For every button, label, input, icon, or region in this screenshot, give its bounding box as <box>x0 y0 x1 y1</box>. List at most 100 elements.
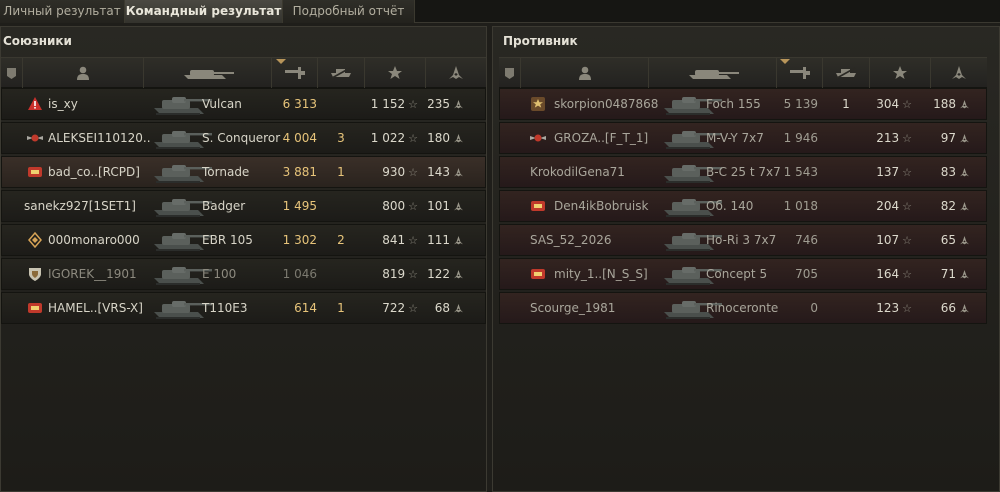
rank-text: 235 <box>427 97 450 111</box>
xp-value: 137 ☆ <box>852 157 912 187</box>
frags-value: 1 <box>337 165 345 179</box>
destroyed-tank-icon <box>836 67 856 79</box>
rank-text: 143 <box>427 165 450 179</box>
damage-icon <box>789 67 810 79</box>
player-row[interactable]: SAS_52_2026 Ho-Ri 3 7x7 746 107 ☆ 65 <box>499 224 987 256</box>
rank-text: 71 <box>940 267 956 281</box>
rank-value: 66 <box>910 293 970 323</box>
rank-text: 97 <box>940 131 956 145</box>
player-row[interactable]: HAMEL..[VRS-X] T110E3 614 1 722 ☆ 68 <box>1 292 486 324</box>
frags-column-header[interactable] <box>823 58 870 88</box>
player-row[interactable]: KrokodilGena71 B-C 25 t 7x7 1 543 137 ☆ 83 <box>499 156 987 188</box>
frags-value <box>326 259 356 289</box>
xp-column-header[interactable] <box>870 58 931 88</box>
tab-personal-result[interactable]: Личный результат <box>0 0 125 23</box>
allies-title: Союзники <box>3 34 72 48</box>
rank-text: 111 <box>427 233 450 247</box>
player-column-header[interactable] <box>23 58 144 88</box>
rank-icon <box>454 134 463 143</box>
player-row[interactable]: skorpion0487868 Foch 155 5 139 1 304 ☆ 188 <box>499 88 987 120</box>
player-row[interactable]: is_xy Vulcan 6 313 1 152 ☆ 235 <box>1 88 486 120</box>
tank-icon <box>183 70 234 79</box>
xp-text: 137 <box>876 165 900 179</box>
squad-column-header[interactable] <box>499 58 521 88</box>
player-row[interactable]: IGOREK__1901 E 100 1 046 819 ☆ 122 <box>1 258 486 290</box>
player-name: SAS_52_2026 <box>530 233 612 247</box>
diamond-badge <box>27 231 43 249</box>
rank-value: 101 <box>404 191 464 221</box>
player-row[interactable]: 000monaro000 EBR 105 1 302 2 841 ☆ 111 <box>1 224 486 256</box>
rank-text: 122 <box>427 267 450 281</box>
frags-value: 3 <box>337 131 345 145</box>
damage-value: 3 881 <box>282 165 317 179</box>
player-name: Scourge_1981 <box>530 301 616 315</box>
rank-column-header[interactable] <box>931 58 987 88</box>
rank-icon <box>960 134 969 143</box>
damage-column-header[interactable] <box>272 58 318 88</box>
player-row[interactable]: GROZA..[F_T_1] M-V-Y 7x7 1 946 213 ☆ 97 <box>499 122 987 154</box>
player-name: Den4ikBobruisk <box>554 199 649 213</box>
xp-text: 123 <box>876 301 900 315</box>
rank-text: 101 <box>427 199 450 213</box>
rank-icon <box>454 100 463 109</box>
rank-text: 188 <box>933 97 956 111</box>
damage-icon <box>284 67 305 79</box>
xp-text: 930 <box>382 165 406 179</box>
player-row[interactable]: Den4ikBobruisk Об. 140 1 018 204 ☆ 82 <box>499 190 987 222</box>
xp-text: 107 <box>876 233 900 247</box>
star-icon <box>388 66 402 79</box>
tab-detailed-report[interactable]: Подробный отчёт <box>283 0 415 23</box>
clan-badge <box>27 300 43 316</box>
enemies-panel: Противник skorpion0487868 Foch 155 5 139 1 3… <box>492 26 1000 492</box>
wings-badge <box>27 130 43 146</box>
damage-value: 5 139 <box>783 97 818 111</box>
rank-text: 180 <box>427 131 450 145</box>
player-row[interactable]: sanekz927[1SET1] Badger 1 495 800 ☆ 101 <box>1 190 486 222</box>
player-row[interactable]: Scourge_1981 Rinoceronte 0 123 ☆ 66 <box>499 292 987 324</box>
tab-team-result[interactable]: Командный результат <box>125 0 283 23</box>
rank-column-header[interactable] <box>426 58 486 88</box>
damage-value: 0 <box>810 301 818 315</box>
sort-arrow-icon <box>276 59 286 64</box>
rank-icon <box>960 100 969 109</box>
rank-icon <box>449 66 463 79</box>
xp-text: 1 152 <box>370 97 406 111</box>
frags-value: 1 <box>337 301 345 315</box>
damage-value: 4 004 <box>282 131 317 145</box>
xp-value: 204 ☆ <box>852 191 912 221</box>
player-icon <box>578 66 591 80</box>
rank-value: 68 <box>404 293 464 323</box>
player-column-header[interactable] <box>521 58 649 88</box>
xp-column-header[interactable] <box>365 58 426 88</box>
rank-icon <box>960 168 969 177</box>
clan-badge <box>530 198 546 214</box>
xp-text: 164 <box>876 267 900 281</box>
squad-column-header[interactable] <box>1 58 23 88</box>
player-row[interactable]: mity_1..[N_S_S] Concept 5 705 164 ☆ 71 <box>499 258 987 290</box>
xp-value: 213 ☆ <box>852 123 912 153</box>
rank-value: 235 <box>404 89 464 119</box>
damage-value: 1 543 <box>783 165 818 179</box>
xp-value: 164 ☆ <box>852 259 912 289</box>
frags-value <box>326 89 356 119</box>
xp-value: 123 ☆ <box>852 293 912 323</box>
damage-value: 1 018 <box>783 199 818 213</box>
frags-value: 2 <box>337 233 345 247</box>
clan-badge <box>530 266 546 282</box>
rank-text: 82 <box>940 199 956 213</box>
rank-value: 122 <box>404 259 464 289</box>
damage-column-header[interactable] <box>777 58 823 88</box>
xp-text: 800 <box>382 199 406 213</box>
xp-text: 819 <box>382 267 406 281</box>
warning-badge <box>27 96 43 112</box>
damage-value: 1 946 <box>783 131 818 145</box>
player-row[interactable]: bad_co..[RCPD] Tornade 3 881 1 930 ☆ 143 <box>1 156 486 188</box>
player-row[interactable]: ALEKSEI110120.. S. Conqueror 4 004 3 1 022 ☆ 1… <box>1 122 486 154</box>
damage-value: 1 495 <box>282 199 317 213</box>
frags-column-header[interactable] <box>318 58 365 88</box>
vehicle-column-header[interactable] <box>144 58 272 88</box>
rank-icon <box>454 270 463 279</box>
rank-value: 97 <box>910 123 970 153</box>
vehicle-column-header[interactable] <box>649 58 777 88</box>
damage-value: 705 <box>795 267 818 281</box>
